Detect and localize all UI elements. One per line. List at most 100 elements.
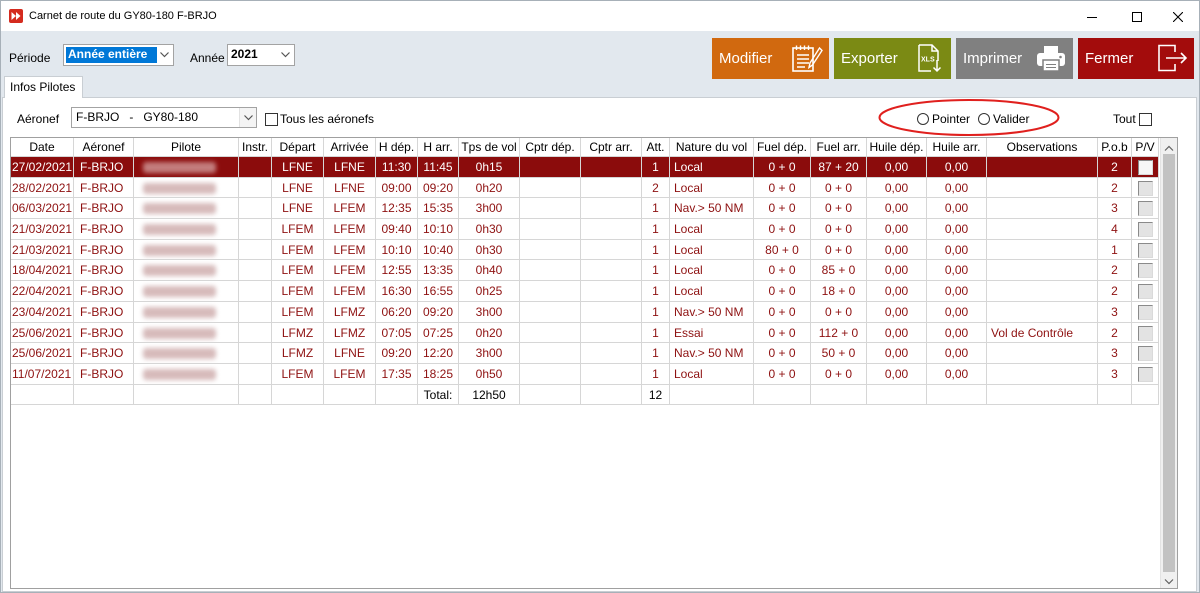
cell-huile-arrivee: 0,00 <box>927 343 987 364</box>
fermer-button[interactable]: Fermer <box>1078 38 1194 79</box>
column-header-observations[interactable]: Observations <box>987 138 1098 157</box>
cell-arrivee: LFMZ <box>324 301 376 323</box>
total-cell-huile-arrivee <box>927 384 987 406</box>
total-cell-fuel-arrivee <box>811 384 867 406</box>
cell-compteur-depart <box>520 363 581 385</box>
pv-checkbox[interactable] <box>1138 346 1153 362</box>
maximize-button[interactable] <box>1114 1 1159 31</box>
column-header-heure-depart[interactable]: H dép. <box>376 138 418 157</box>
close-window-button[interactable] <box>1156 1 1199 31</box>
tab-infos-pilotes[interactable]: Infos Pilotes <box>4 76 83 98</box>
cell-pilote <box>134 322 239 344</box>
xls-export-icon: XLS <box>913 43 945 73</box>
aeronef-dropdown[interactable]: F-BRJO - GY80-180 <box>71 107 257 128</box>
pv-checkbox[interactable] <box>1138 160 1153 175</box>
column-header-compteur-depart[interactable]: Cptr dép. <box>520 138 581 157</box>
pointer-label[interactable]: Pointer <box>932 112 970 126</box>
cell-heure-arrivee: 13:35 <box>418 260 459 282</box>
table-row[interactable]: 11/07/2021 F-BRJO LFEM LFEM 17:35 18:25 0h50 1 L… <box>11 363 1160 385</box>
scroll-down-icon[interactable] <box>1164 575 1174 585</box>
vertical-scrollbar[interactable] <box>1160 138 1177 588</box>
cell-heure-arrivee: 11:45 <box>418 157 459 178</box>
column-header-atterrissages[interactable]: Att. <box>642 138 670 157</box>
pv-checkbox[interactable] <box>1138 201 1153 217</box>
column-header-huile-arrivee[interactable]: Huile arr. <box>927 138 987 157</box>
table-header: Date Aéronef Pilote Instr. Départ Arrivée H dé… <box>11 138 1160 157</box>
column-header-nature-du-vol[interactable]: Nature du vol <box>670 138 754 157</box>
cell-heure-depart: 09:00 <box>376 177 418 199</box>
table-row[interactable]: 25/06/2021 F-BRJO LFMZ LFNE 09:20 12:20 3h00 1 N… <box>11 343 1160 364</box>
column-header-huile-depart[interactable]: Huile dép. <box>867 138 927 157</box>
cell-instructeur <box>239 177 272 199</box>
table-row[interactable]: 21/03/2021 F-BRJO LFEM LFEM 10:10 10:40 0h30 1 L… <box>11 239 1160 261</box>
minimize-button[interactable] <box>1069 1 1114 31</box>
pointer-radio[interactable] <box>917 113 929 125</box>
cell-pv <box>1132 260 1159 282</box>
annee-selected-value: 2021 <box>231 47 258 61</box>
cell-pilote <box>134 239 239 261</box>
column-header-depart[interactable]: Départ <box>272 138 324 157</box>
pv-checkbox[interactable] <box>1138 325 1153 341</box>
cell-temps-de-vol: 0h50 <box>459 363 520 385</box>
pv-checkbox[interactable] <box>1138 222 1153 238</box>
table-row[interactable]: 23/04/2021 F-BRJO LFEM LFMZ 06:20 09:20 3h00 1 N… <box>11 301 1160 323</box>
cell-pob: 2 <box>1098 157 1132 178</box>
tous-aeronefs-label[interactable]: Tous les aéronefs <box>280 112 374 126</box>
valider-label[interactable]: Valider <box>993 112 1029 126</box>
column-header-pilote[interactable]: Pilote <box>134 138 239 157</box>
table-row[interactable]: 06/03/2021 F-BRJO LFNE LFEM 12:35 15:35 3h00 1 N… <box>11 198 1160 220</box>
pv-checkbox[interactable] <box>1138 263 1153 279</box>
column-header-fuel-arrivee[interactable]: Fuel arr. <box>811 138 867 157</box>
cell-arrivee: LFEM <box>324 260 376 282</box>
imprimer-button-label: Imprimer <box>963 50 1023 67</box>
tout-checkbox[interactable] <box>1139 113 1152 126</box>
annee-dropdown[interactable]: 2021 <box>227 44 295 66</box>
pv-checkbox[interactable] <box>1138 242 1153 258</box>
pv-checkbox[interactable] <box>1138 366 1153 382</box>
cell-huile-depart: 0,00 <box>867 177 927 199</box>
total-cell-pilote <box>134 384 239 406</box>
table-row[interactable]: 21/03/2021 F-BRJO LFEM LFEM 09:40 10:10 0h30 1 L… <box>11 219 1160 240</box>
cell-nature-du-vol: Nav.> 50 NM <box>670 343 754 364</box>
column-header-date[interactable]: Date <box>11 138 74 157</box>
cell-compteur-depart <box>520 281 581 302</box>
column-header-instructeur[interactable]: Instr. <box>239 138 272 157</box>
scrollbar-thumb[interactable] <box>1163 154 1175 572</box>
column-header-aeronef[interactable]: Aéronef <box>74 138 134 157</box>
cell-compteur-arrivee <box>581 157 642 178</box>
valider-radio[interactable] <box>978 113 990 125</box>
cell-nature-du-vol: Local <box>670 219 754 240</box>
pv-checkbox[interactable] <box>1138 180 1153 196</box>
table-row[interactable]: 22/04/2021 F-BRJO LFEM LFEM 16:30 16:55 0h25 1 L… <box>11 281 1160 302</box>
total-cell-date <box>11 384 74 406</box>
cell-observations <box>987 198 1098 220</box>
cell-huile-arrivee: 0,00 <box>927 322 987 344</box>
column-header-pob[interactable]: P.o.b <box>1098 138 1132 157</box>
table-row[interactable]: 28/02/2021 F-BRJO LFNE LFNE 09:00 09:20 0h20 2 L… <box>11 177 1160 199</box>
cell-instructeur <box>239 322 272 344</box>
exporter-button[interactable]: Exporter XLS <box>834 38 951 79</box>
title-bar[interactable]: Carnet de route du GY80-180 F-BRJO <box>1 1 1199 31</box>
cell-compteur-arrivee <box>581 260 642 282</box>
column-header-pv[interactable]: P/V <box>1132 138 1159 157</box>
cell-aeronef: F-BRJO <box>74 177 134 199</box>
pv-checkbox[interactable] <box>1138 304 1153 320</box>
table-row[interactable]: 27/02/2021 F-BRJO LFNE LFNE 11:30 11:45 0h15 1 L… <box>11 157 1160 178</box>
cell-atterrissages: 1 <box>642 260 670 282</box>
minimize-icon <box>1086 11 1097 21</box>
table-row[interactable]: 18/04/2021 F-BRJO LFEM LFEM 12:55 13:35 0h40 1 L… <box>11 260 1160 282</box>
scroll-up-icon[interactable] <box>1164 142 1174 151</box>
modifier-button[interactable]: Modifier <box>712 38 829 79</box>
tous-aeronefs-checkbox[interactable] <box>265 113 278 126</box>
column-header-compteur-arrivee[interactable]: Cptr arr. <box>581 138 642 157</box>
column-header-arrivee[interactable]: Arrivée <box>324 138 376 157</box>
pv-checkbox[interactable] <box>1138 284 1153 300</box>
column-header-temps-de-vol[interactable]: Tps de vol <box>459 138 520 157</box>
table-row[interactable]: 25/06/2021 F-BRJO LFMZ LFMZ 07:05 07:25 0h20 1 E… <box>11 322 1160 344</box>
periode-dropdown[interactable]: Année entière <box>63 44 174 66</box>
cell-atterrissages: 1 <box>642 219 670 240</box>
column-header-heure-arrivee[interactable]: H arr. <box>418 138 459 157</box>
imprimer-button[interactable]: Imprimer <box>956 38 1073 79</box>
redacted-pilot-name <box>143 182 216 194</box>
column-header-fuel-depart[interactable]: Fuel dép. <box>754 138 811 157</box>
